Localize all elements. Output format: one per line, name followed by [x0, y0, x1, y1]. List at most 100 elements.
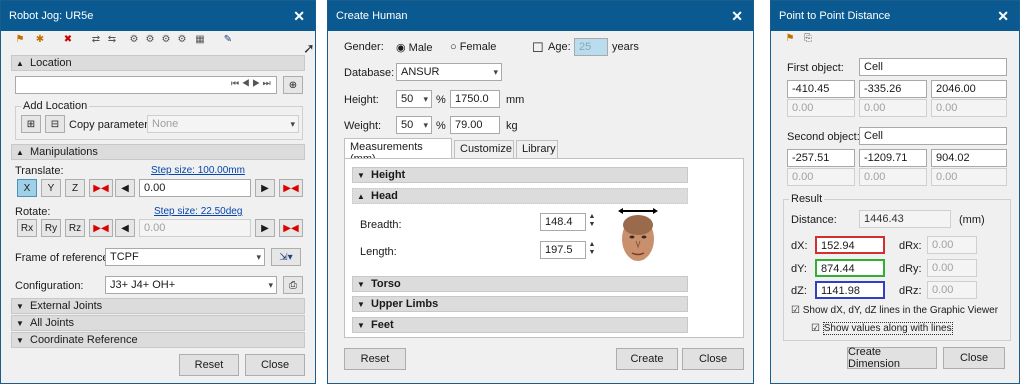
jog-forward-button[interactable]: ▶: [255, 179, 275, 197]
rotate-step-link[interactable]: Step size: 22.50deg: [154, 206, 242, 217]
axis-y-button[interactable]: Y: [41, 179, 61, 197]
rotate-value-input[interactable]: 0.00: [139, 219, 251, 237]
frame-pick-button[interactable]: ⇲▾: [271, 248, 301, 266]
tab-library[interactable]: Library: [516, 140, 558, 158]
reset-button[interactable]: Reset: [344, 348, 406, 370]
height-percentile-select[interactable]: 50: [396, 90, 432, 108]
jog-fast-back-button[interactable]: ▶◀: [89, 179, 113, 197]
translate-value-input[interactable]: 0.00: [139, 179, 251, 197]
section-external-joints[interactable]: ▼ External Joints: [11, 298, 305, 314]
show-lines-checkbox[interactable]: ☑ Show dX, dY, dZ lines in the Graphic V…: [791, 305, 998, 316]
axis-icon[interactable]: ⚙: [175, 33, 189, 47]
configuration-select[interactable]: J3+ J4+ OH+: [105, 276, 277, 294]
rotate-fast-forward-button[interactable]: ▶◀: [279, 219, 303, 237]
age-input[interactable]: 25: [574, 38, 608, 56]
rotate-fast-back-button[interactable]: ▶◀: [89, 219, 113, 237]
close-button[interactable]: Close: [682, 348, 744, 370]
section-torso[interactable]: ▼ Torso: [352, 276, 688, 292]
axis-rz-button[interactable]: Rz: [65, 219, 85, 237]
frame-select[interactable]: TCPF: [105, 248, 265, 266]
copy-icon[interactable]: ⎘: [801, 32, 815, 46]
age-checkbox[interactable]: ☐: [532, 40, 544, 56]
drx-value: 0.00: [927, 236, 977, 254]
breadth-spinner[interactable]: ▲ ▼: [586, 213, 598, 231]
add-location-button-1[interactable]: ⊞: [21, 115, 41, 133]
length-spinner[interactable]: ▲ ▼: [586, 241, 598, 259]
place-icon[interactable]: ⚑: [13, 33, 27, 47]
weight-percentile-select[interactable]: 50: [396, 116, 432, 134]
close-icon[interactable]: ✕: [997, 8, 1009, 25]
dry-value: 0.00: [927, 259, 977, 277]
dx-value: 152.94: [815, 236, 885, 254]
rotate-back-button[interactable]: ◀: [115, 219, 135, 237]
axis-z-button[interactable]: Z: [65, 179, 85, 197]
drz-value: 0.00: [927, 281, 977, 299]
create-button[interactable]: Create: [616, 348, 678, 370]
second-z-input[interactable]: 904.02: [931, 149, 1007, 167]
move-icon[interactable]: ⇄: [89, 33, 103, 47]
delete-icon[interactable]: ✖: [61, 33, 75, 47]
copy-parameters-select[interactable]: None: [147, 115, 299, 133]
path-icon[interactable]: ⚙: [143, 33, 157, 47]
first-object-input[interactable]: Cell: [859, 58, 1007, 76]
second-rz-input[interactable]: 0.00: [931, 168, 1007, 186]
drz-label: dRz:: [899, 285, 922, 297]
settings-icon[interactable]: ✎: [221, 33, 235, 47]
location-nav-icons[interactable]: ⏮ ◀ ▶ ⏭: [231, 78, 271, 89]
section-title: Upper Limbs: [371, 298, 439, 310]
weight-value-input[interactable]: 79.00: [450, 116, 500, 134]
database-select[interactable]: ANSUR: [396, 63, 502, 81]
height-value-input[interactable]: 1750.0: [450, 90, 500, 108]
section-height[interactable]: ▼ Height: [352, 167, 688, 183]
section-upper-limbs[interactable]: ▼ Upper Limbs: [352, 296, 688, 312]
pin-icon[interactable]: ✱: [33, 33, 47, 47]
grid-icon[interactable]: ▦: [193, 33, 207, 47]
tab-measurements[interactable]: Measurements (mm): [344, 138, 452, 165]
rotate-forward-button[interactable]: ▶: [255, 219, 275, 237]
joint-icon[interactable]: ⚙: [127, 33, 141, 47]
location-pick-button[interactable]: ⊕: [283, 76, 303, 94]
section-all-joints[interactable]: ▼ All Joints: [11, 315, 305, 331]
jog-back-button[interactable]: ◀: [115, 179, 135, 197]
section-head[interactable]: ▲ Head: [352, 188, 688, 204]
close-icon[interactable]: ✕: [731, 8, 743, 25]
length-input[interactable]: 197.5: [540, 241, 586, 259]
section-location[interactable]: ▲ Location: [11, 55, 305, 71]
first-y-input[interactable]: -335.26: [859, 80, 927, 98]
close-button[interactable]: Close: [245, 354, 305, 376]
first-rz-input[interactable]: 0.00: [931, 99, 1007, 117]
jog-fast-forward-button[interactable]: ▶◀: [279, 179, 303, 197]
translate-step-link[interactable]: Step size: 100.00mm: [151, 165, 245, 176]
first-x-input[interactable]: -410.45: [787, 80, 855, 98]
axis-x-button[interactable]: X: [17, 179, 37, 197]
breadth-input[interactable]: 148.4: [540, 213, 586, 231]
first-z-input[interactable]: 2046.00: [931, 80, 1007, 98]
add-location-button-2[interactable]: ⊟: [45, 115, 65, 133]
collapse-icon: ▲: [357, 191, 365, 201]
section-coordinate-reference[interactable]: ▼ Coordinate Reference: [11, 332, 305, 348]
section-manipulations[interactable]: ▲ Manipulations: [11, 144, 305, 160]
second-object-input[interactable]: Cell: [859, 127, 1007, 145]
second-x-input[interactable]: -257.51: [787, 149, 855, 167]
first-rx-input[interactable]: 0.00: [787, 99, 855, 117]
close-button[interactable]: Close: [943, 347, 1005, 369]
second-ry-input[interactable]: 0.00: [859, 168, 927, 186]
section-feet[interactable]: ▼ Feet: [352, 317, 688, 333]
close-icon[interactable]: ✕: [293, 8, 305, 25]
first-ry-input[interactable]: 0.00: [859, 99, 927, 117]
show-values-checkbox[interactable]: ☑ Show values along with lines: [811, 322, 953, 335]
tab-customize[interactable]: Customize: [454, 140, 514, 158]
axis-rx-button[interactable]: Rx: [17, 219, 37, 237]
create-dimension-button[interactable]: Create Dimension: [847, 346, 937, 370]
second-rx-input[interactable]: 0.00: [787, 168, 855, 186]
axis-ry-button[interactable]: Ry: [41, 219, 61, 237]
swap-icon[interactable]: ⇆: [105, 33, 119, 47]
dialog-title: Create Human: [336, 10, 408, 22]
male-radio[interactable]: ◉ Male: [396, 41, 433, 54]
reset-button[interactable]: Reset: [179, 354, 239, 376]
frame-icon[interactable]: ⚙: [159, 33, 173, 47]
female-radio[interactable]: ○ Female: [450, 41, 496, 53]
second-y-input[interactable]: -1209.71: [859, 149, 927, 167]
configuration-button[interactable]: ⎙: [283, 276, 303, 294]
pick-point-icon[interactable]: ⚑: [783, 32, 797, 46]
